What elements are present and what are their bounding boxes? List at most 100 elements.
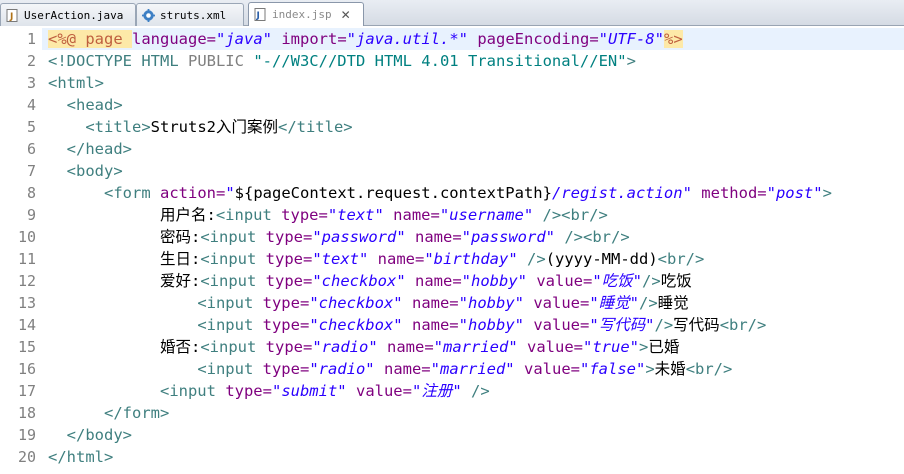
code-token: <input <box>215 206 282 224</box>
code-line[interactable]: <%@ page language="java" import="java.ut… <box>42 28 904 50</box>
code-line[interactable]: <!DOCTYPE HTML PUBLIC "-//W3C//DTD HTML … <box>42 50 904 72</box>
code-token: "birthday" <box>424 250 518 268</box>
line-number: 1 <box>26 30 36 48</box>
code-line[interactable]: <form action="${pageContext.request.cont… <box>42 182 904 204</box>
line-number: 12 <box>17 272 36 290</box>
code-token: (yyyy-MM-dd) <box>545 250 658 268</box>
code-token: value= <box>536 272 593 290</box>
code-line[interactable]: 密码:<input type="password" name="password… <box>42 226 904 248</box>
code-token: "java" <box>216 30 272 48</box>
code-lines: <%@ page language="java" import="java.ut… <box>0 27 904 474</box>
code-line[interactable]: </html> <box>42 446 904 468</box>
line-number: 3 <box>26 74 36 92</box>
java-file-icon: J <box>6 8 18 22</box>
line-number: 10 <box>17 228 36 246</box>
line-number: 13 <box>17 294 36 312</box>
code-line[interactable]: <input type="checkbox" name="hobby" valu… <box>42 292 904 314</box>
code-token: <input <box>200 228 266 246</box>
line-number: 2 <box>26 52 36 70</box>
editor-tab-bar: J UserAction.java struts.xml J index.jsp… <box>0 0 904 26</box>
line-number: 7 <box>26 162 36 180</box>
code-token: pageEncoding= <box>477 30 599 48</box>
code-token: name= <box>383 360 431 378</box>
code-token: <html> <box>48 74 104 92</box>
code-token: <!DOCTYPE HTML <box>48 52 188 70</box>
code-editor[interactable]: <%@ page language="java" import="java.ut… <box>0 27 904 474</box>
code-token: "radio" <box>312 338 378 356</box>
code-line[interactable]: </body> <box>42 424 904 446</box>
code-line[interactable]: <head> <box>42 94 904 116</box>
code-token: </form> <box>104 404 170 422</box>
code-token: 生日: <box>48 250 201 268</box>
line-number: 16 <box>17 360 36 378</box>
code-line[interactable]: 婚否:<input type="radio" name="married" va… <box>42 336 904 358</box>
code-token: type= <box>281 206 328 224</box>
code-token: 写代码 <box>673 316 720 334</box>
code-token: <head> <box>66 96 123 114</box>
tab-index-jsp[interactable]: J index.jsp ✕ <box>248 2 364 26</box>
code-token: <input <box>197 316 263 334</box>
svg-text:J: J <box>256 11 260 21</box>
code-line[interactable]: <input type="submit" value="注册" /> <box>42 380 904 402</box>
code-token: name= <box>411 294 459 312</box>
code-token: <input <box>200 250 266 268</box>
code-token: value= <box>533 316 590 334</box>
code-editor-window: J UserAction.java struts.xml J index.jsp… <box>0 0 904 474</box>
code-line[interactable]: <input type="radio" name="married" value… <box>42 358 904 380</box>
code-token: value= <box>355 382 412 400</box>
code-line[interactable]: </form> <box>42 402 904 424</box>
code-token: "注册" <box>411 382 462 400</box>
code-line[interactable]: <title>Struts2入门案例</title> <box>42 116 904 138</box>
code-token: value= <box>524 360 580 378</box>
tab-struts-xml[interactable]: struts.xml <box>136 3 244 26</box>
code-line[interactable]: <input type="checkbox" name="hobby" valu… <box>42 314 904 336</box>
close-tab-icon[interactable]: ✕ <box>341 8 351 22</box>
code-token: language= <box>132 30 216 48</box>
line-number: 5 <box>26 118 36 136</box>
code-line[interactable]: <html> <box>42 72 904 94</box>
code-token: <form <box>104 184 160 202</box>
code-line[interactable]: 爱好:<input type="checkbox" name="hobby" v… <box>42 270 904 292</box>
code-line[interactable]: </head> <box>42 138 904 160</box>
code-token: </html> <box>48 448 114 466</box>
code-token: <%@ <box>48 30 86 48</box>
code-token: "hobby" <box>458 294 524 312</box>
code-token: "text" <box>312 250 369 268</box>
code-token: </head> <box>66 140 132 158</box>
code-line[interactable]: <body> <box>42 160 904 182</box>
code-token: /> <box>642 272 661 290</box>
code-token: %> <box>664 30 683 48</box>
code-token: /> <box>471 382 490 400</box>
line-number: 17 <box>17 382 36 400</box>
tab-useraction-java[interactable]: J UserAction.java <box>0 3 136 26</box>
code-line[interactable]: 用户名:<input type="text" name="username" /… <box>42 204 904 226</box>
code-token: "password" <box>461 228 555 246</box>
code-token: </title> <box>277 118 353 136</box>
line-number: 11 <box>17 250 36 268</box>
code-token: type= <box>265 272 313 290</box>
code-token: <br/> <box>657 250 705 268</box>
code-token: <input <box>200 338 266 356</box>
code-token: "java.util.*" <box>346 30 468 48</box>
code-token: 睡觉 <box>657 294 689 312</box>
code-line[interactable]: 生日:<input type="text" name="birthday" />… <box>42 248 904 270</box>
code-token: 爱好: <box>48 272 201 290</box>
code-token: "hobby" <box>461 272 527 290</box>
